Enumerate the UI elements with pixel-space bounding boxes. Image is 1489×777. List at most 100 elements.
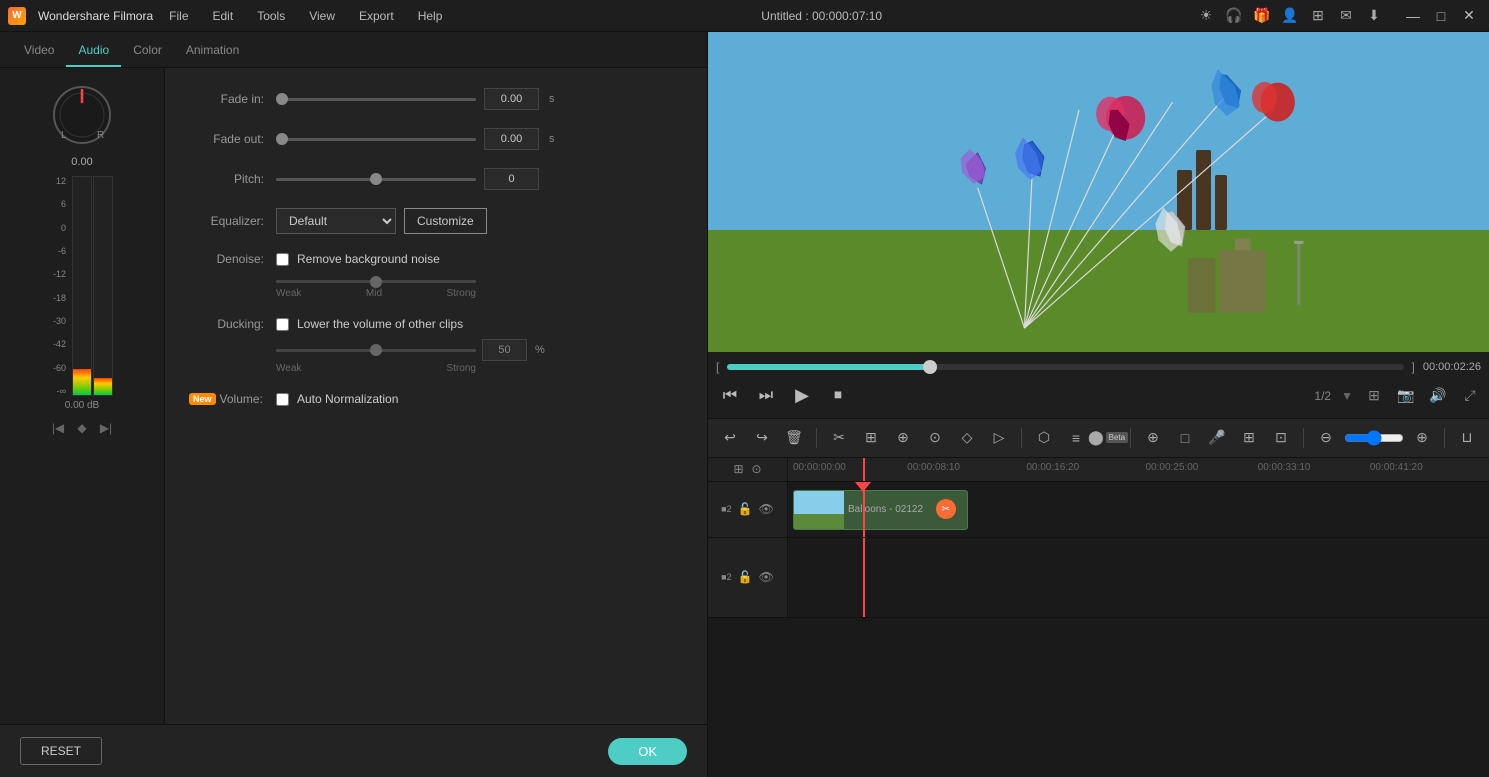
cut-button[interactable]: ✂ <box>825 424 853 452</box>
redo-button[interactable]: ↪ <box>748 424 776 452</box>
menu-tools[interactable]: Tools <box>253 7 289 25</box>
delete-button[interactable]: 🗑 <box>780 424 808 452</box>
meter-end-btn[interactable]: ▶| <box>97 419 115 437</box>
voice-btn[interactable]: 🎤 <box>1203 424 1231 452</box>
playback-area: [ ] 00:00:02:26 ⏮ ⏭ ▶ ⏹ 1/2 ▼ ⊞ <box>708 352 1489 418</box>
ok-button[interactable]: OK <box>608 738 687 765</box>
meter-db-label: 0.00 dB <box>65 400 99 411</box>
remove-bg-noise-checkbox[interactable] <box>276 253 289 266</box>
menu-view[interactable]: View <box>305 7 339 25</box>
skip-back-button[interactable]: ⏮ <box>716 382 744 410</box>
track-2-eye-icon[interactable]: 👁 <box>759 570 774 584</box>
minimize-button[interactable]: — <box>1401 4 1425 28</box>
bracket-left: [ <box>716 360 719 374</box>
pitch-slider[interactable] <box>276 178 476 181</box>
effects-btn[interactable]: ⬤ Beta <box>1094 424 1122 452</box>
track-lock-icon[interactable]: 🔓 <box>738 502 753 516</box>
lower-volume-checkbox[interactable] <box>276 318 289 331</box>
tab-color[interactable]: Color <box>121 35 174 67</box>
link-track-icon[interactable]: ⊙ <box>752 462 762 476</box>
timeline-ruler-controls: ⊞ ⊙ <box>708 458 788 482</box>
mosaic-btn[interactable]: ⊡ <box>1267 424 1295 452</box>
ruler-mark-3: 00:00:25:00 <box>1146 462 1199 473</box>
fade-in-row: Fade in: 0.00 s <box>189 88 683 110</box>
download-icon[interactable]: ⬇ <box>1365 7 1383 25</box>
ruler-mark-2: 00:00:16:20 <box>1026 462 1079 473</box>
meter-reset-btn[interactable]: ◆ <box>73 419 91 437</box>
ducking-slider[interactable] <box>276 349 476 352</box>
remove-bg-noise-row: Remove background noise <box>276 252 476 266</box>
clip-thumbnail <box>794 491 844 529</box>
more-btn[interactable]: ⊔ <box>1453 424 1481 452</box>
undo-button[interactable]: ↩ <box>716 424 744 452</box>
screen-icon[interactable]: ⊞ <box>1363 385 1385 407</box>
crop-button[interactable]: ⊞ <box>857 424 885 452</box>
menu-export[interactable]: Export <box>355 7 398 25</box>
add-track-icon[interactable]: ⊞ <box>733 462 743 476</box>
play-button[interactable]: ▶ <box>788 382 816 410</box>
zoom-out-timeline[interactable]: ⊖ <box>1312 424 1340 452</box>
lower-volume-label[interactable]: Lower the volume of other clips <box>297 317 463 331</box>
video-preview <box>708 32 1489 352</box>
step-back-button[interactable]: ⏭ <box>752 382 780 410</box>
rotate-button[interactable]: ⊙ <box>921 424 949 452</box>
color-button[interactable]: ⬡ <box>1030 424 1058 452</box>
denoise-strength-slider[interactable] <box>276 280 476 283</box>
timeline-zoom-slider[interactable] <box>1344 430 1404 446</box>
fade-out-slider[interactable] <box>276 138 476 141</box>
mail-icon[interactable]: ✉ <box>1337 7 1355 25</box>
audio-meter-panel: L R 0.00 12 6 0 -6 -12 -18 -30 -42 <box>0 68 165 724</box>
snapshot-icon[interactable]: 📷 <box>1395 385 1417 407</box>
volume-knob-svg[interactable]: L R <box>47 80 117 150</box>
toolbar: ↩ ↪ 🗑 ✂ ⊞ ⊕ ⊙ ◇ ▷ ⬡ ≡ ⬤ Beta ⊕ □ 🎤 ⊞ ⊡ <box>708 418 1489 458</box>
auto-norm-label[interactable]: Auto Normalization <box>297 392 398 406</box>
stop-button[interactable]: ⏹ <box>824 382 852 410</box>
maximize-button[interactable]: □ <box>1429 4 1453 28</box>
subtitle-btn[interactable]: ⊞ <box>1235 424 1263 452</box>
close-button[interactable]: ✕ <box>1457 4 1481 28</box>
fade-in-slider[interactable] <box>276 98 476 101</box>
remove-bg-noise-label[interactable]: Remove background noise <box>297 252 440 266</box>
menu-help[interactable]: Help <box>414 7 447 25</box>
zoom-button[interactable]: ⊕ <box>889 424 917 452</box>
tab-audio[interactable]: Audio <box>66 35 121 67</box>
menu-edit[interactable]: Edit <box>209 7 238 25</box>
gift-icon[interactable]: 🎁 <box>1253 7 1271 25</box>
progress-thumb[interactable] <box>923 360 937 374</box>
headset-icon[interactable]: 🎧 <box>1225 7 1243 25</box>
left-content: L R 0.00 12 6 0 -6 -12 -18 -30 -42 <box>0 68 707 724</box>
user-icon[interactable]: 👤 <box>1281 7 1299 25</box>
volume-icon[interactable]: 🔊 <box>1427 385 1449 407</box>
track-2-lock-icon[interactable]: 🔓 <box>738 570 753 584</box>
settings-icon[interactable]: ☀ <box>1197 7 1215 25</box>
tab-animation[interactable]: Animation <box>174 35 251 67</box>
tab-video[interactable]: Video <box>12 35 66 67</box>
meter-skip-btn[interactable]: |◀ <box>49 419 67 437</box>
ruler-mark-1: 00:00:08:10 <box>907 462 960 473</box>
ruler-mark-4: 00:00:33:10 <box>1258 462 1311 473</box>
speed-button[interactable]: ▷ <box>985 424 1013 452</box>
flip-button[interactable]: ◇ <box>953 424 981 452</box>
fullscreen-icon[interactable]: ⤢ <box>1459 385 1481 407</box>
mask-btn[interactable]: □ <box>1171 424 1199 452</box>
zoom-in-timeline[interactable]: ⊕ <box>1408 424 1436 452</box>
new-badge: New <box>189 393 216 405</box>
ai-tool-btn[interactable]: ⊕ <box>1139 424 1167 452</box>
bookmark-icon[interactable]: ⊞ <box>1309 7 1327 25</box>
track-eye-icon[interactable]: 👁 <box>759 502 774 516</box>
track-2-icon: ■2 <box>721 572 731 582</box>
ducking-controls: Lower the volume of other clips 50 % Wea… <box>276 317 545 374</box>
pitch-slider-container: 0 <box>276 168 683 190</box>
menu-file[interactable]: File <box>165 7 192 25</box>
reset-button[interactable]: RESET <box>20 737 102 765</box>
customize-button[interactable]: Customize <box>404 208 487 234</box>
progress-track[interactable] <box>727 364 1403 370</box>
volume-row: New Volume: Auto Normalization <box>189 392 683 406</box>
main-layout: Video Audio Color Animation L R <box>0 32 1489 777</box>
equalizer-select[interactable]: Default <box>276 208 396 234</box>
page-dropdown[interactable]: ▼ <box>1341 389 1353 403</box>
balloons-svg <box>708 32 1489 352</box>
auto-norm-checkbox[interactable] <box>276 393 289 406</box>
audio-btn[interactable]: ≡ <box>1062 424 1090 452</box>
fade-in-slider-container: 0.00 s <box>276 88 683 110</box>
